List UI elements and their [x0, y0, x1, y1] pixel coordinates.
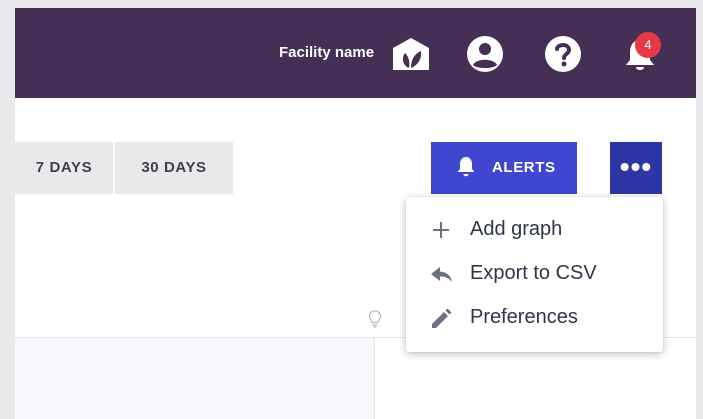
more-options-menu: Add graph Export to CSV Preferences [406, 197, 663, 352]
bell-icon [456, 156, 476, 182]
menu-item-export-csv[interactable]: Export to CSV [406, 252, 663, 296]
more-options-button[interactable]: ••• [610, 142, 662, 194]
menu-item-label: Preferences [470, 306, 578, 328]
menu-item-preferences[interactable]: Preferences [406, 296, 663, 340]
alerts-button-label: ALERTS [492, 159, 556, 176]
user-icon[interactable] [465, 34, 505, 74]
app-window: Facility name 4 7 DAYS 30 DAYS ALERTS ••… [15, 8, 696, 419]
top-header-bar: Facility name 4 [15, 8, 696, 98]
ellipsis-icon: ••• [619, 151, 653, 182]
pencil-icon [428, 307, 454, 329]
lightbulb-icon[interactable] [367, 309, 383, 329]
range-7-days-button[interactable]: 7 DAYS [15, 142, 113, 194]
notification-count-badge: 4 [635, 32, 661, 58]
graph-panel [15, 338, 375, 419]
range-30-days-button[interactable]: 30 DAYS [115, 142, 233, 194]
facility-name[interactable]: Facility name [279, 44, 374, 61]
reply-arrow-icon [428, 263, 454, 285]
menu-item-add-graph[interactable]: Add graph [406, 208, 663, 252]
plus-icon [428, 219, 454, 241]
alerts-button[interactable]: ALERTS [431, 142, 577, 194]
menu-item-label: Export to CSV [470, 262, 597, 284]
facility-leaf-icon[interactable] [391, 34, 431, 74]
menu-item-label: Add graph [470, 218, 563, 240]
help-icon[interactable] [543, 34, 583, 74]
